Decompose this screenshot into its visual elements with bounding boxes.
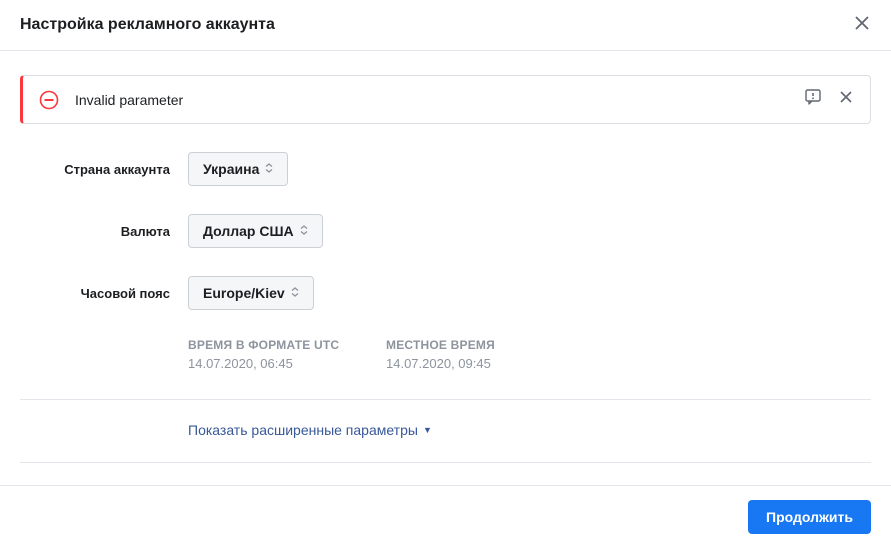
dismiss-alert-icon[interactable] <box>838 89 854 110</box>
country-select[interactable]: Украина <box>188 152 288 186</box>
country-label: Страна аккаунта <box>20 162 188 177</box>
local-time-label: МЕСТНОЕ ВРЕМЯ <box>386 338 556 352</box>
local-time-value: 14.07.2020, 09:45 <box>386 356 556 371</box>
timezone-label: Часовой пояс <box>20 286 188 301</box>
dialog-title: Настройка рекламного аккаунта <box>20 16 275 34</box>
feedback-icon[interactable] <box>804 88 822 111</box>
country-value: Украина <box>203 161 259 177</box>
country-row: Страна аккаунта Украина <box>20 152 871 186</box>
continue-button[interactable]: Продолжить <box>748 500 871 534</box>
sort-icon <box>300 225 308 238</box>
currency-select[interactable]: Доллар США <box>188 214 323 248</box>
dialog-header: Настройка рекламного аккаунта <box>0 0 891 51</box>
divider <box>20 399 871 400</box>
error-alert: Invalid parameter <box>20 75 871 124</box>
divider <box>20 462 871 463</box>
error-icon <box>39 90 59 110</box>
sort-icon <box>265 163 273 176</box>
time-info: ВРЕМЯ В ФОРМАТЕ UTC 14.07.2020, 06:45 МЕ… <box>188 338 871 371</box>
advanced-options-label: Показать расширенные параметры <box>188 422 418 438</box>
sort-icon <box>291 287 299 300</box>
utc-time-value: 14.07.2020, 06:45 <box>188 356 358 371</box>
timezone-select[interactable]: Europe/Kiev <box>188 276 314 310</box>
caret-down-icon: ▼ <box>423 425 432 435</box>
advanced-row: Показать расширенные параметры ▼ <box>188 422 871 440</box>
alert-message: Invalid parameter <box>75 92 804 108</box>
currency-value: Доллар США <box>203 223 294 239</box>
advanced-options-link[interactable]: Показать расширенные параметры ▼ <box>188 422 432 438</box>
utc-time-label: ВРЕМЯ В ФОРМАТЕ UTC <box>188 338 358 352</box>
utc-time-block: ВРЕМЯ В ФОРМАТЕ UTC 14.07.2020, 06:45 <box>188 338 358 371</box>
local-time-block: МЕСТНОЕ ВРЕМЯ 14.07.2020, 09:45 <box>386 338 556 371</box>
dialog-content: Invalid parameter Страна аккаунта Украин… <box>0 51 891 463</box>
currency-label: Валюта <box>20 224 188 239</box>
timezone-row: Часовой пояс Europe/Kiev <box>20 276 871 310</box>
close-icon[interactable] <box>853 14 871 36</box>
currency-row: Валюта Доллар США <box>20 214 871 248</box>
dialog-footer: Продолжить <box>0 485 891 548</box>
timezone-value: Europe/Kiev <box>203 285 285 301</box>
alert-actions <box>804 88 854 111</box>
